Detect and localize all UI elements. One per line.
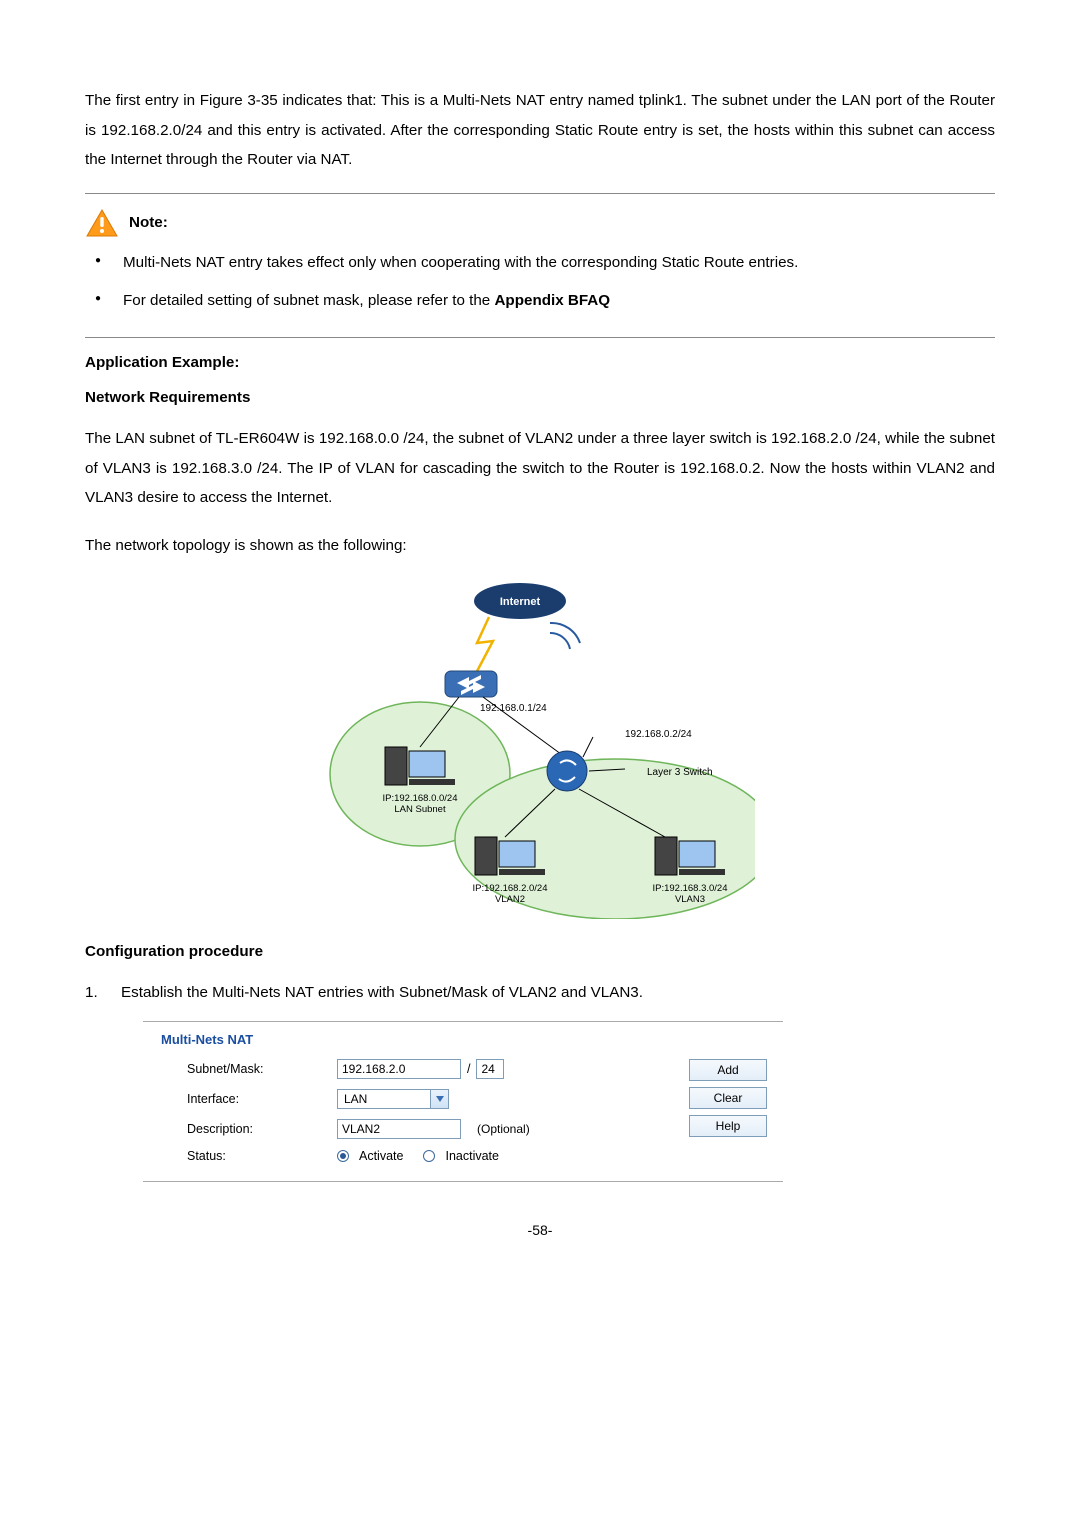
note-label: Note: [129,214,168,231]
note-item: Multi-Nets NAT entry takes effect only w… [87,248,995,278]
pc-icon [655,837,725,875]
topology-diagram: Internet 192.168.0.1/24 IP:19 [85,579,995,919]
radio-inactivate-label: Inactivate [445,1149,499,1163]
panel-title: Multi-Nets NAT [161,1032,767,1047]
note-item: For detailed setting of subnet mask, ple… [87,286,995,316]
step-number: 1. [85,978,98,1008]
pc-icon [385,747,455,785]
radio-activate[interactable] [337,1150,349,1162]
pc-icon [475,837,545,875]
label-description: Description: [187,1122,327,1136]
heading-network-requirements: Network Requirements [85,389,995,406]
subnet-input[interactable] [337,1059,461,1079]
heading-application-example: Application Example: [85,354,995,371]
radio-inactivate[interactable] [423,1150,435,1162]
network-requirements-text: The LAN subnet of TL-ER604W is 192.168.0… [85,424,995,513]
radio-activate-label: Activate [359,1149,403,1163]
warning-icon [85,208,119,238]
heading-config-procedure: Configuration procedure [85,943,995,960]
svg-text:IP:192.168.2.0/24: IP:192.168.2.0/24 [472,883,547,894]
help-button[interactable]: Help [689,1115,767,1137]
intro-paragraph: The first entry in Figure 3-35 indicates… [85,86,995,175]
multi-nets-nat-form: Multi-Nets NAT Subnet/Mask: / Add Clear … [143,1021,783,1182]
switch-icon [547,751,587,791]
page-number: -58- [85,1222,995,1238]
optional-label: (Optional) [477,1122,530,1136]
router-icon [445,671,497,697]
label-interface: Interface: [187,1092,327,1106]
svg-text:VLAN2: VLAN2 [495,894,525,905]
note-box: Note: Multi-Nets NAT entry takes effect … [85,193,995,338]
svg-text:IP:192.168.3.0/24: IP:192.168.3.0/24 [652,883,727,894]
chevron-down-icon [430,1090,448,1108]
label-status: Status: [187,1149,327,1163]
svg-text:192.168.0.2/24: 192.168.0.2/24 [625,729,692,740]
svg-text:IP:192.168.0.0/24: IP:192.168.0.0/24 [382,793,457,804]
label-subnet: Subnet/Mask: [187,1062,327,1076]
svg-text:VLAN3: VLAN3 [675,894,705,905]
svg-text:LAN Subnet: LAN Subnet [394,804,446,815]
description-input[interactable] [337,1119,461,1139]
svg-text:Internet: Internet [500,596,541,608]
svg-text:Layer 3 Switch: Layer 3 Switch [647,767,713,778]
clear-button[interactable]: Clear [689,1087,767,1109]
interface-select[interactable]: LAN [337,1089,449,1109]
topology-caption: The network topology is shown as the fol… [85,531,995,561]
step-text: Establish the Multi-Nets NAT entries wit… [121,984,643,1001]
step-item: 1. Establish the Multi-Nets NAT entries … [85,978,995,1008]
mask-input[interactable] [476,1059,504,1079]
add-button[interactable]: Add [689,1059,767,1081]
svg-text:192.168.0.1/24: 192.168.0.1/24 [480,703,547,714]
